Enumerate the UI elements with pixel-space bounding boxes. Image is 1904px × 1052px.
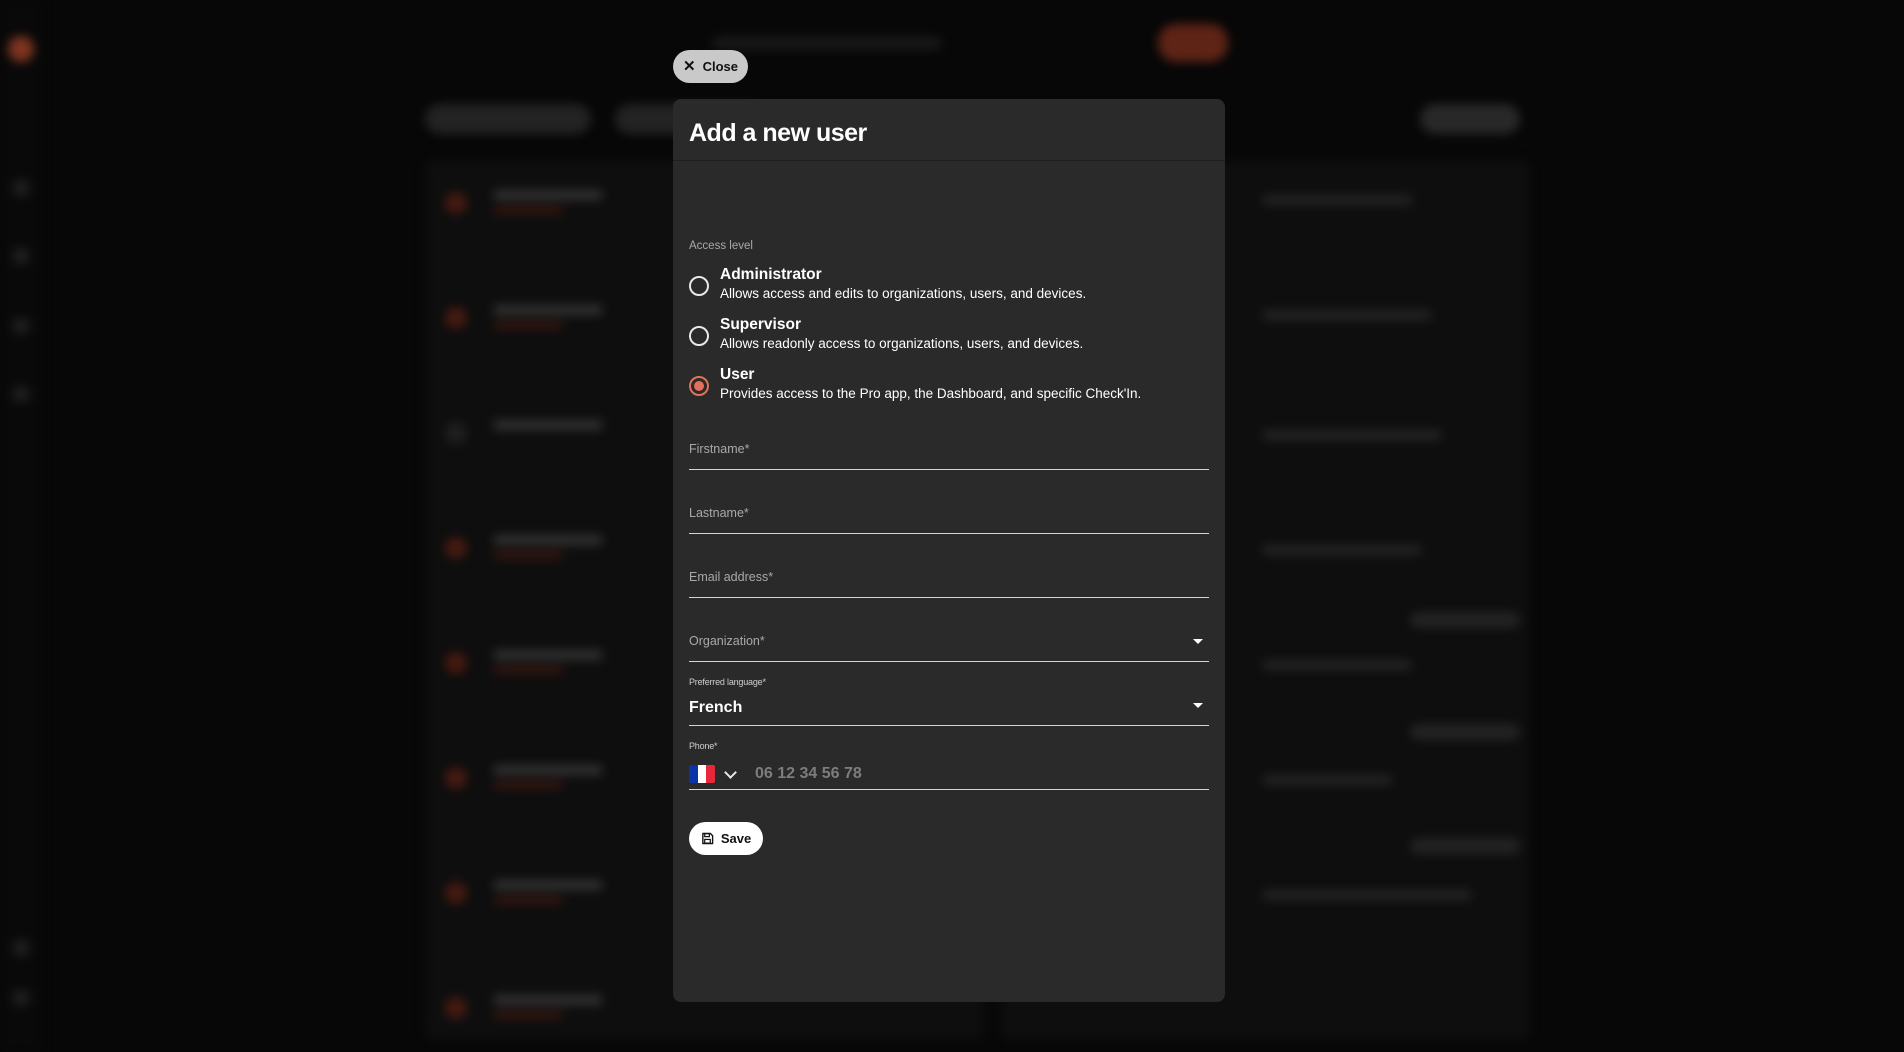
background-row <box>445 305 625 331</box>
radio-button-selected[interactable] <box>689 376 709 396</box>
language-value: French <box>689 699 743 716</box>
access-level-option-user[interactable]: User Provides access to the Pro app, the… <box>689 366 1209 406</box>
save-button[interactable]: Save <box>689 822 763 855</box>
organization-select[interactable]: Organization* <box>689 627 1209 662</box>
background-add-button <box>1420 104 1520 134</box>
france-flag-icon[interactable] <box>689 765 715 783</box>
background-nav-icon <box>13 386 29 402</box>
background-line <box>1262 310 1432 320</box>
background-button <box>1410 612 1520 628</box>
option-description: Allows readonly access to organizations,… <box>720 336 1084 351</box>
close-icon: ✕ <box>683 58 696 75</box>
option-title: Administrator <box>720 266 822 283</box>
access-level-label: Access level <box>689 240 753 252</box>
option-description: Provides access to the Pro app, the Dash… <box>720 386 1142 401</box>
background-sidebar <box>0 0 42 1052</box>
background-button <box>1410 838 1520 854</box>
access-level-option-administrator[interactable]: Administrator Allows access and edits to… <box>689 266 1209 306</box>
background-line <box>1262 545 1422 555</box>
background-nav-icon <box>13 248 29 264</box>
language-select[interactable]: French <box>689 691 1209 726</box>
background-row <box>445 535 625 561</box>
language-label: Preferred language* <box>689 677 766 687</box>
save-icon <box>701 832 714 845</box>
background-nav-icon <box>13 990 29 1006</box>
background-top-button <box>1158 24 1228 62</box>
phone-label: Phone* <box>689 741 718 751</box>
option-title: User <box>720 366 755 383</box>
chevron-down-icon[interactable] <box>724 766 737 779</box>
lastname-label: Lastname* <box>689 506 749 520</box>
background-nav-icon <box>13 180 29 196</box>
background-row <box>445 190 625 216</box>
radio-button[interactable] <box>689 326 709 346</box>
phone-field <box>689 755 1209 790</box>
background-logo <box>8 36 34 62</box>
background-filter <box>425 104 591 134</box>
modal-header: Add a new user <box>673 99 1225 161</box>
firstname-field[interactable]: Firstname* <box>689 435 1209 470</box>
background-row <box>445 420 625 446</box>
background-button <box>1410 724 1520 740</box>
radio-button[interactable] <box>689 276 709 296</box>
background-title <box>712 36 942 50</box>
background-nav-icon <box>13 940 29 956</box>
email-field[interactable]: Email address* <box>689 563 1209 598</box>
modal-title: Add a new user <box>689 118 867 147</box>
option-description: Allows access and edits to organizations… <box>720 286 1087 301</box>
background-row <box>445 765 625 791</box>
organization-label: Organization* <box>689 634 765 648</box>
option-title: Supervisor <box>720 316 801 333</box>
caret-down-icon <box>1193 639 1203 644</box>
background-line <box>1262 775 1392 785</box>
caret-down-icon <box>1193 703 1203 708</box>
background-line <box>1262 195 1412 205</box>
background-row <box>445 650 625 676</box>
background-line <box>1262 660 1412 670</box>
background-line <box>1262 430 1442 440</box>
save-button-label: Save <box>720 831 752 846</box>
background-line <box>1262 890 1472 900</box>
close-button-label: Close <box>702 59 738 74</box>
access-level-option-supervisor[interactable]: Supervisor Allows readonly access to org… <box>689 316 1209 356</box>
background-nav-icon <box>13 318 29 334</box>
background-row <box>445 995 625 1021</box>
add-user-modal: Add a new user Access level Administrato… <box>673 99 1225 1002</box>
lastname-field[interactable]: Lastname* <box>689 499 1209 534</box>
close-button[interactable]: ✕ Close <box>673 50 748 83</box>
phone-input[interactable] <box>755 763 1195 785</box>
background-row <box>445 880 625 906</box>
email-label: Email address* <box>689 570 774 584</box>
firstname-label: Firstname* <box>689 442 750 456</box>
